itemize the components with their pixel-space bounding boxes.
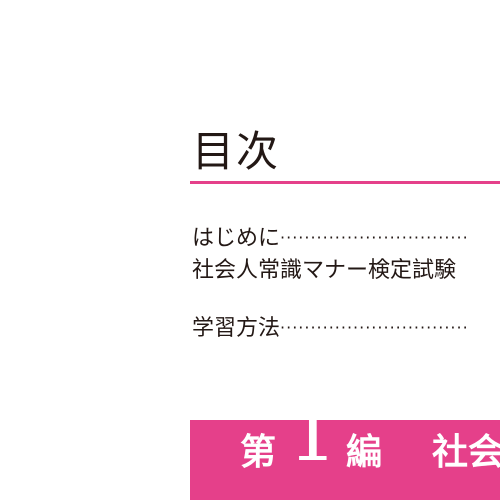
part-number: 1 [288,420,338,479]
title-underline [190,181,500,184]
part-prefix: 第 [240,432,277,473]
toc-leader-dots: ······························· [280,228,469,247]
toc-leader-dots: ······························· [280,318,469,337]
toc-entry-exam-overview[interactable]: 社会人常識マナー検定試験 [192,256,500,286]
part-title: 社会 [432,432,500,473]
part-heading: 第 1 編 社会 [196,420,500,488]
toc-entry-label: 学習方法 [192,316,281,341]
toc-entry-label: 社会人常識マナー検定試験 [192,258,457,283]
toc-entry-label: はじめに [192,226,281,251]
part-1-banner[interactable]: 第 1 編 社会 [190,420,500,500]
toc-page: 目次 はじめに······························· 社… [0,0,500,500]
toc-title: 目次 [192,127,281,176]
toc-entry-introduction[interactable]: はじめに······························· [192,223,500,253]
toc-entry-study-method[interactable]: 学習方法······························· [192,313,500,343]
part-suffix: 編 [346,432,383,473]
